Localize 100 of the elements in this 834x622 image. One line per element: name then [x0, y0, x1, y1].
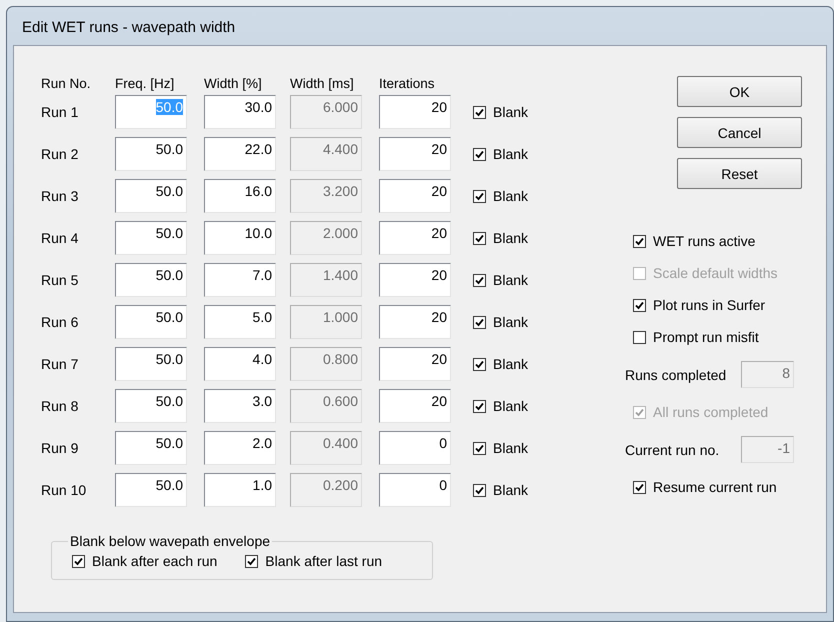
width-ms-field: 6.000 — [290, 95, 362, 129]
frequency-field[interactable]: 50.0 — [115, 263, 187, 297]
check-icon — [635, 236, 644, 246]
check-icon — [635, 482, 644, 492]
checkbox[interactable] — [633, 234, 646, 248]
checkbox-label: Blank — [493, 356, 528, 372]
dialog-button[interactable]: Cancel — [677, 117, 802, 148]
checkbox-label: Blank — [493, 398, 528, 414]
run-label: Run 10 — [41, 482, 88, 498]
checkbox-label: Scale default widths — [653, 265, 778, 281]
iterations-field[interactable]: 20 — [379, 137, 451, 171]
check-icon — [635, 408, 644, 416]
window-title: Edit WET runs - wavepath width — [21, 18, 236, 38]
checkbox[interactable] — [633, 330, 646, 344]
frequency-field[interactable]: 50.0 — [115, 431, 187, 465]
iterations-field[interactable]: 0 — [379, 431, 451, 465]
readout-label: Current run no. — [625, 442, 720, 458]
checkbox-label: Blank — [493, 188, 528, 204]
readout-field: -1 — [741, 436, 794, 463]
frequency-field[interactable]: 50.0 — [115, 221, 187, 255]
checkbox[interactable] — [473, 316, 486, 328]
check-icon — [635, 300, 644, 310]
width-ms-field: 4.400 — [290, 137, 362, 171]
checkbox-label: Blank — [493, 482, 528, 498]
checkbox-label: Blank after last run — [265, 553, 382, 569]
width-percent-field[interactable]: 7.0 — [204, 263, 276, 297]
checkbox[interactable] — [72, 554, 85, 568]
iterations-field[interactable]: 20 — [379, 347, 451, 381]
run-label: Run 4 — [41, 230, 80, 246]
run-label: Run 7 — [41, 356, 80, 372]
check-icon — [475, 192, 484, 200]
width-percent-field[interactable]: 10.0 — [204, 221, 276, 255]
frequency-field[interactable]: 50.0 — [115, 179, 187, 213]
frequency-field[interactable]: 50.0 — [115, 473, 187, 507]
checkbox-label: Blank — [493, 272, 528, 288]
checkbox-label: Plot runs in Surfer — [653, 297, 766, 313]
check-icon — [475, 150, 484, 158]
group-title: Blank below wavepath envelope — [69, 533, 272, 549]
column-header: Width [%] — [204, 76, 263, 91]
check-icon — [475, 486, 484, 494]
width-percent-field[interactable]: 30.0 — [204, 95, 276, 129]
width-percent-field[interactable]: 2.0 — [204, 431, 276, 465]
check-icon — [475, 360, 484, 368]
checkbox[interactable] — [473, 190, 486, 202]
iterations-field[interactable]: 20 — [379, 305, 451, 339]
run-label: Run 3 — [41, 188, 80, 204]
column-header: Freq. [Hz] — [115, 76, 176, 91]
width-ms-field: 0.200 — [290, 473, 362, 507]
checkbox[interactable] — [473, 232, 486, 244]
iterations-field[interactable]: 20 — [379, 95, 451, 129]
checkbox-label: Blank — [493, 314, 528, 330]
frequency-field[interactable]: 50.0 — [115, 305, 187, 339]
checkbox[interactable] — [473, 400, 486, 412]
width-percent-field[interactable]: 22.0 — [204, 137, 276, 171]
readout-field: 8 — [741, 361, 794, 388]
width-percent-field[interactable]: 5.0 — [204, 305, 276, 339]
width-ms-field: 0.600 — [290, 389, 362, 423]
iterations-field[interactable]: 20 — [379, 179, 451, 213]
checkbox[interactable] — [633, 480, 646, 494]
checkbox[interactable] — [473, 442, 486, 454]
width-ms-field: 1.000 — [290, 305, 362, 339]
iterations-field[interactable]: 20 — [379, 221, 451, 255]
iterations-field[interactable]: 0 — [379, 473, 451, 507]
checkbox[interactable] — [473, 106, 486, 118]
check-icon — [74, 556, 83, 566]
run-label: Run 1 — [41, 104, 80, 120]
iterations-field[interactable]: 20 — [379, 389, 451, 423]
iterations-field[interactable]: 20 — [379, 263, 451, 297]
checkbox[interactable] — [473, 274, 486, 286]
checkbox[interactable] — [473, 148, 486, 160]
width-ms-field: 0.800 — [290, 347, 362, 381]
dialog-button[interactable]: Reset — [677, 158, 802, 189]
run-label: Run 6 — [41, 314, 80, 330]
width-percent-field[interactable]: 3.0 — [204, 389, 276, 423]
checkbox[interactable] — [245, 554, 258, 568]
column-header: Run No. — [41, 76, 92, 91]
width-percent-field[interactable]: 1.0 — [204, 473, 276, 507]
run-label: Run 9 — [41, 440, 80, 456]
frequency-field[interactable]: 50.0 — [115, 389, 187, 423]
check-icon — [475, 108, 484, 116]
dialog-button[interactable]: OK — [677, 76, 802, 107]
column-header: Width [ms] — [290, 76, 355, 91]
frequency-field[interactable]: 50.0 — [115, 137, 187, 171]
checkbox[interactable] — [473, 358, 486, 370]
run-label: Run 2 — [41, 146, 80, 162]
checkbox-label: Blank — [493, 230, 528, 246]
checkbox[interactable] — [473, 484, 486, 496]
width-percent-field[interactable]: 4.0 — [204, 347, 276, 381]
check-icon — [475, 276, 484, 284]
check-icon — [475, 234, 484, 242]
width-ms-field: 0.400 — [290, 431, 362, 465]
width-percent-field[interactable]: 16.0 — [204, 179, 276, 213]
checkbox-label: Blank — [493, 146, 528, 162]
checkbox-label: Blank — [493, 440, 528, 456]
frequency-field[interactable]: 50.0 — [115, 347, 187, 381]
check-icon — [247, 556, 256, 566]
checkbox[interactable] — [633, 298, 646, 312]
checkbox-label: Blank — [493, 104, 528, 120]
check-icon — [475, 318, 484, 326]
checkbox-label: Resume current run — [653, 479, 777, 495]
